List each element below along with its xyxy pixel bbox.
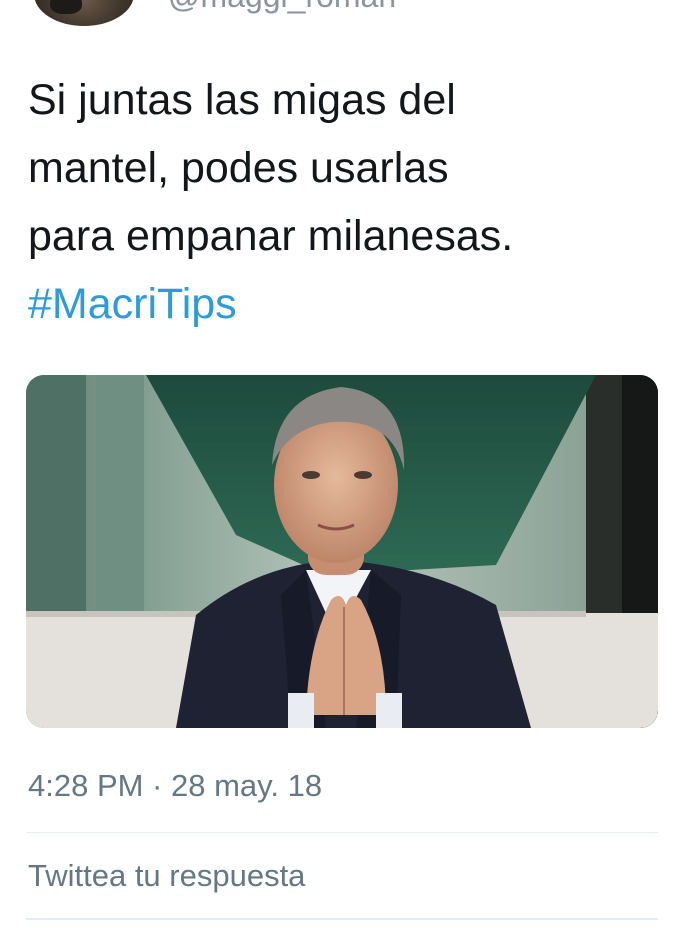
avatar[interactable]: [34, 0, 134, 26]
tweet-text-line: para empanar milanesas.: [28, 212, 514, 260]
hashtag-link[interactable]: #MacriTips: [28, 280, 237, 328]
author-handle[interactable]: @maggi_roman: [168, 0, 396, 15]
tweet-text-line: Si juntas las migas del: [28, 76, 456, 124]
tweet-timestamp[interactable]: 4:28 PM · 28 may. 18: [28, 768, 322, 804]
reply-input[interactable]: Twittea tu respuesta: [28, 858, 628, 894]
tweet-image[interactable]: [26, 375, 658, 728]
avatar-photo: [50, 0, 82, 14]
tweet-photo: [26, 375, 658, 728]
divider: [26, 918, 658, 920]
tweet-text: Si juntas las migas del mantel, podes us…: [28, 66, 668, 338]
divider: [26, 832, 658, 833]
tweet-text-line: mantel, podes usarlas: [28, 144, 449, 192]
